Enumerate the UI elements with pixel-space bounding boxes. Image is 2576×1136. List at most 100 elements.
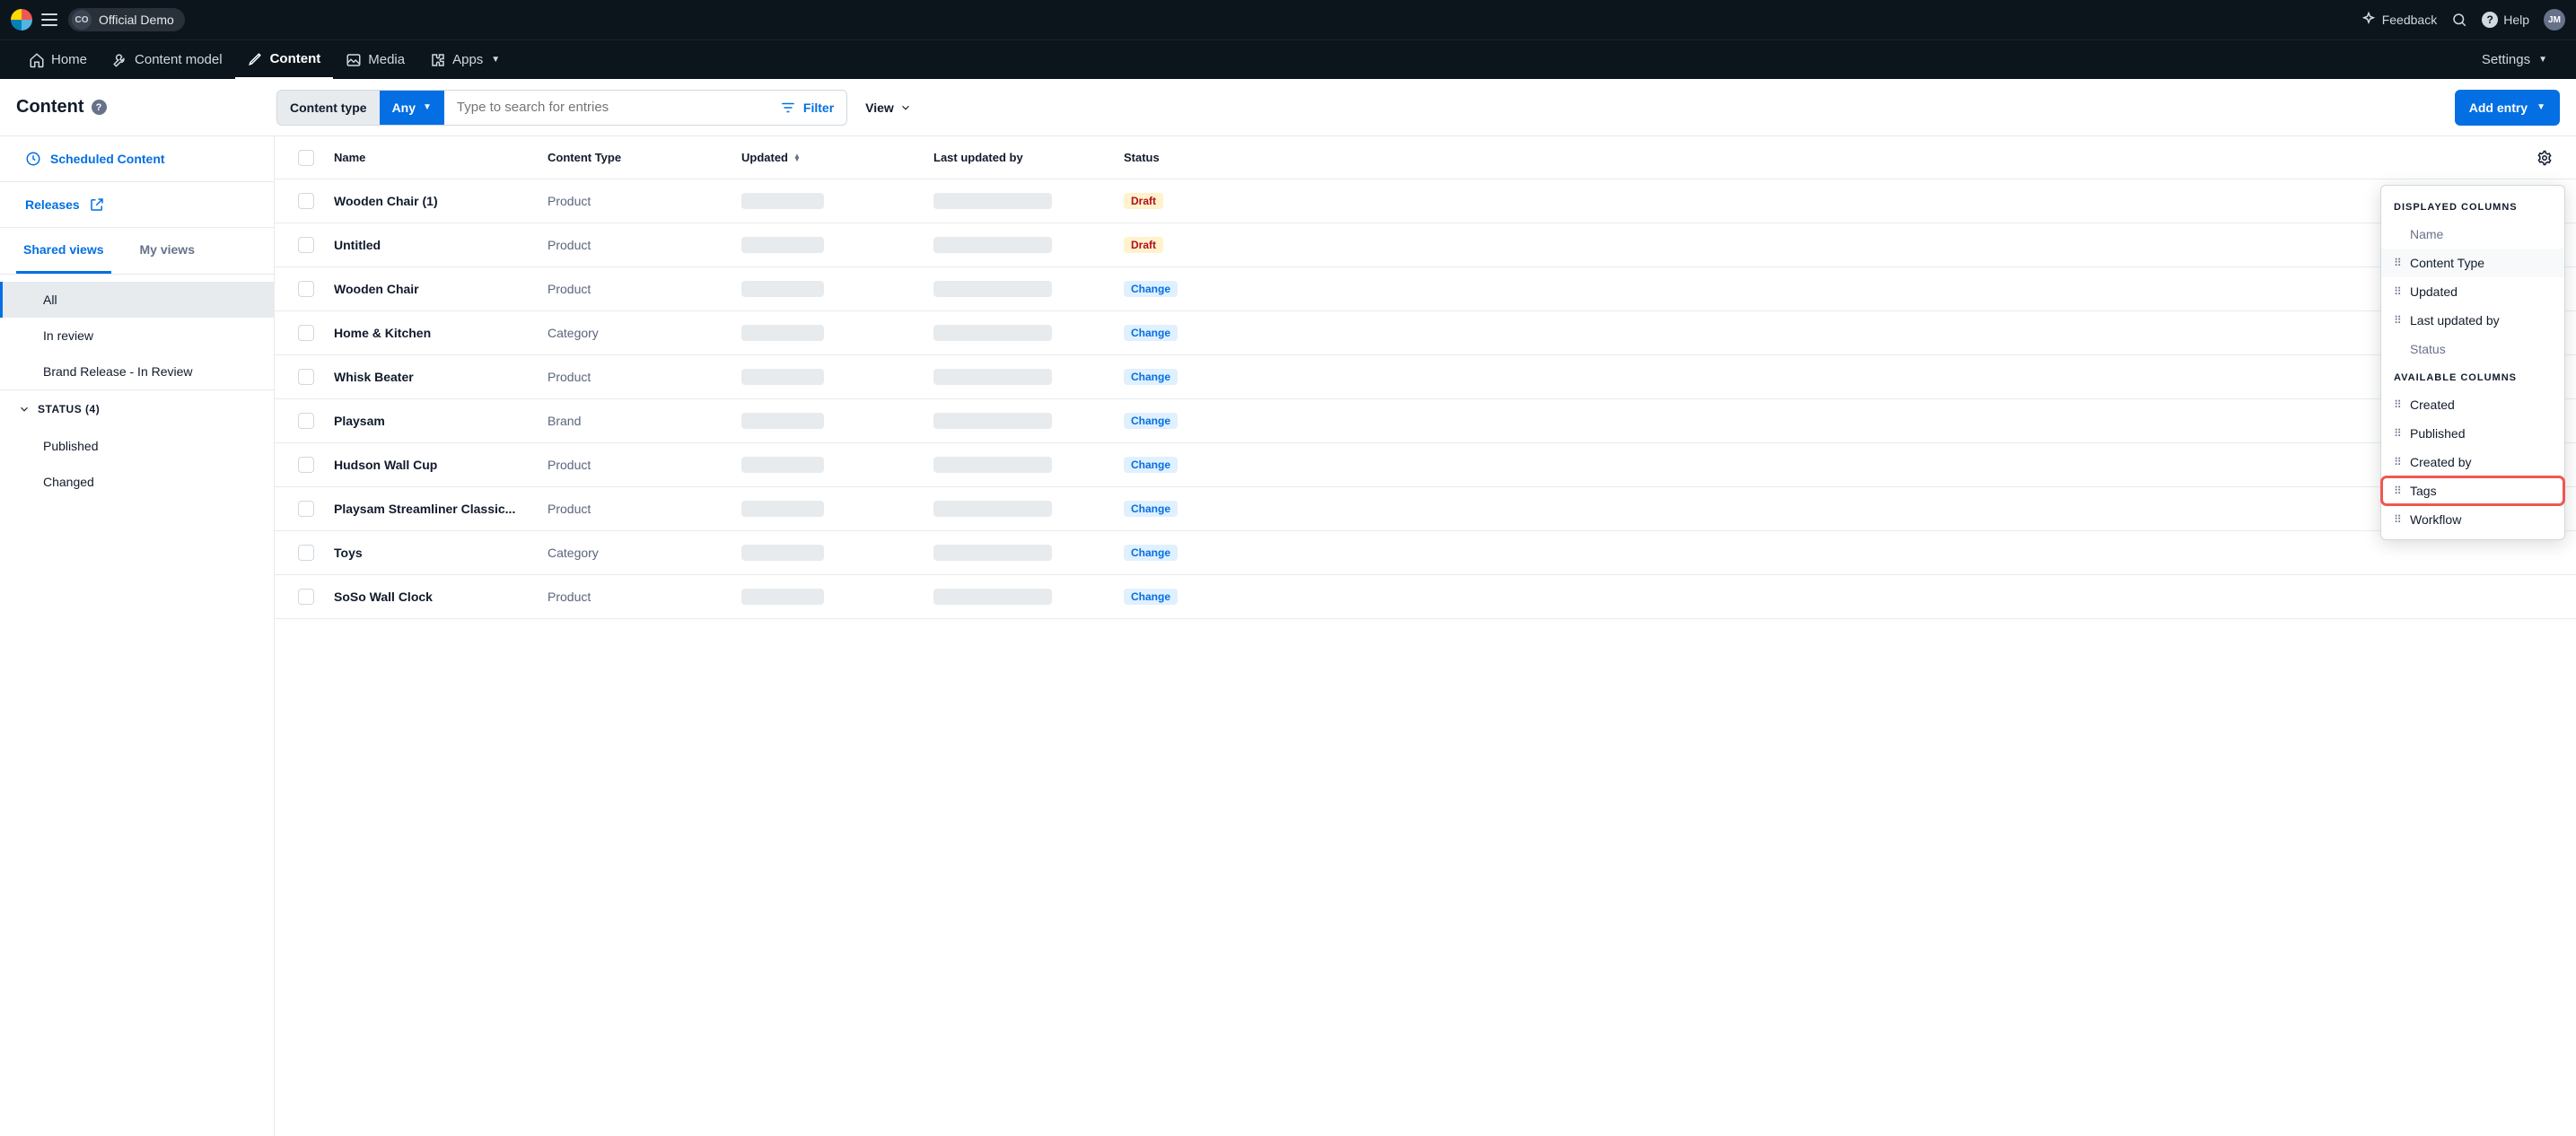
entry-content-type: Product [548, 194, 741, 208]
drag-handle-icon[interactable]: ⠿ [2394, 398, 2403, 411]
table-row[interactable]: Wooden ChairProductChange [275, 267, 2576, 311]
updated-placeholder [741, 413, 824, 429]
table-row[interactable]: Whisk BeaterProductChange [275, 355, 2576, 399]
table-row[interactable]: Home & KitchenCategoryChange [275, 311, 2576, 355]
filter-button[interactable]: Filter [767, 100, 846, 116]
table-row[interactable]: Playsam Streamliner Classic...ProductCha… [275, 487, 2576, 531]
row-checkbox[interactable] [298, 193, 314, 209]
table-row[interactable]: UntitledProductDraft [275, 223, 2576, 267]
hamburger-menu-icon[interactable] [41, 12, 57, 28]
panel-item-last-updated-by[interactable]: ⠿Last updated by [2381, 306, 2564, 335]
column-header-name[interactable]: Name [334, 151, 548, 164]
table-row[interactable]: Wooden Chair (1)ProductDraft [275, 179, 2576, 223]
tab-shared-views[interactable]: Shared views [16, 228, 111, 274]
nav-apps[interactable]: Apps ▼ [417, 40, 513, 80]
status-badge: Change [1124, 501, 1178, 517]
select-all-checkbox[interactable] [298, 150, 314, 166]
content-toolbar: Content ? Content type Any ▼ Filter View… [0, 79, 2576, 136]
drag-handle-icon[interactable]: ⠿ [2394, 257, 2403, 269]
table-row[interactable]: Hudson Wall CupProductChange [275, 443, 2576, 487]
sparkle-icon [2361, 12, 2377, 28]
panel-item-updated[interactable]: ⠿Updated [2381, 277, 2564, 306]
entry-name: Wooden Chair [334, 282, 548, 296]
app-logo-icon[interactable] [11, 9, 32, 31]
sidebar-view-tabs: Shared views My views [0, 228, 274, 275]
table-row[interactable]: SoSo Wall ClockProductChange [275, 575, 2576, 619]
entry-content-type: Product [548, 502, 741, 516]
chevron-down-icon [18, 403, 31, 415]
drag-handle-icon[interactable]: ⠿ [2394, 314, 2403, 327]
pencil-icon [248, 50, 264, 66]
search-icon [2451, 12, 2467, 28]
row-checkbox[interactable] [298, 413, 314, 429]
chevron-down-icon: ▼ [2537, 102, 2545, 112]
user-avatar[interactable]: JM [2544, 9, 2565, 31]
column-settings-icon[interactable] [2537, 150, 2553, 166]
nav-content-model[interactable]: Content model [100, 40, 235, 80]
row-checkbox[interactable] [298, 589, 314, 605]
nav-settings[interactable]: Settings ▼ [2469, 40, 2560, 80]
external-link-icon [89, 197, 105, 213]
sidebar-status-changed[interactable]: Changed [0, 464, 274, 500]
status-badge: Change [1124, 369, 1178, 385]
org-name-label: Official Demo [99, 13, 174, 27]
feedback-link[interactable]: Feedback [2361, 12, 2437, 28]
updated-by-placeholder [933, 281, 1052, 297]
row-checkbox[interactable] [298, 237, 314, 253]
add-entry-button[interactable]: Add entry ▼ [2455, 90, 2560, 126]
drag-handle-icon[interactable]: ⠿ [2394, 456, 2403, 468]
status-badge: Change [1124, 457, 1178, 473]
search-input[interactable] [444, 100, 767, 115]
sidebar-status-published[interactable]: Published [0, 428, 274, 464]
row-checkbox[interactable] [298, 325, 314, 341]
table-row[interactable]: ToysCategoryChange [275, 531, 2576, 575]
sidebar-views-list: All In review Brand Release - In Review [0, 275, 274, 390]
panel-item-created[interactable]: ⠿Created [2381, 390, 2564, 419]
table-row[interactable]: PlaysamBrandChange [275, 399, 2576, 443]
row-checkbox[interactable] [298, 501, 314, 517]
sidebar-view-all[interactable]: All [0, 282, 274, 318]
row-checkbox[interactable] [298, 545, 314, 561]
status-badge: Change [1124, 325, 1178, 341]
drag-handle-icon[interactable]: ⠿ [2394, 485, 2403, 497]
updated-by-placeholder [933, 589, 1052, 605]
sidebar-status-header[interactable]: STATUS (4) [0, 390, 274, 428]
panel-item-tags[interactable]: ⠿Tags [2381, 476, 2564, 505]
nav-media[interactable]: Media [333, 40, 417, 80]
column-header-updated-by[interactable]: Last updated by [933, 151, 1124, 164]
drag-handle-icon[interactable]: ⠿ [2394, 427, 2403, 440]
help-link[interactable]: ? Help [2482, 12, 2529, 28]
column-header-content-type[interactable]: Content Type [548, 151, 741, 164]
sidebar-view-brand-release[interactable]: Brand Release - In Review [0, 354, 274, 389]
view-dropdown[interactable]: View [865, 100, 912, 115]
search-button[interactable] [2451, 12, 2467, 28]
sidebar-scheduled-content[interactable]: Scheduled Content [0, 136, 274, 181]
updated-by-placeholder [933, 457, 1052, 473]
panel-item-workflow[interactable]: ⠿Workflow [2381, 505, 2564, 534]
column-header-updated[interactable]: Updated ▲▼ [741, 151, 933, 164]
primary-nav: Home Content model Content Media Apps ▼ … [0, 39, 2576, 79]
status-badge: Draft [1124, 193, 1163, 209]
nav-content[interactable]: Content [235, 40, 334, 80]
drag-handle-icon[interactable]: ⠿ [2394, 513, 2403, 526]
sidebar-view-in-review[interactable]: In review [0, 318, 274, 354]
row-checkbox[interactable] [298, 457, 314, 473]
panel-item-created-by[interactable]: ⠿Created by [2381, 448, 2564, 476]
nav-home[interactable]: Home [16, 40, 100, 80]
panel-item-content-type[interactable]: ⠿Content Type [2381, 249, 2564, 277]
tab-my-views[interactable]: My views [133, 228, 202, 274]
panel-item-published[interactable]: ⠿Published [2381, 419, 2564, 448]
column-header-status[interactable]: Status [1124, 151, 1196, 164]
entry-name: Home & Kitchen [334, 326, 548, 340]
drag-handle-icon[interactable]: ⠿ [2394, 285, 2403, 298]
help-tooltip-icon[interactable]: ? [92, 100, 107, 115]
updated-placeholder [741, 193, 824, 209]
row-checkbox[interactable] [298, 369, 314, 385]
content-type-filter-label[interactable]: Content type [277, 91, 380, 125]
content-type-filter-value[interactable]: Any ▼ [380, 91, 444, 125]
row-checkbox[interactable] [298, 281, 314, 297]
org-switcher[interactable]: CO Official Demo [68, 8, 185, 31]
sidebar-releases[interactable]: Releases [0, 182, 274, 227]
chevron-down-icon: ▼ [491, 55, 500, 65]
entry-content-type: Product [548, 238, 741, 252]
